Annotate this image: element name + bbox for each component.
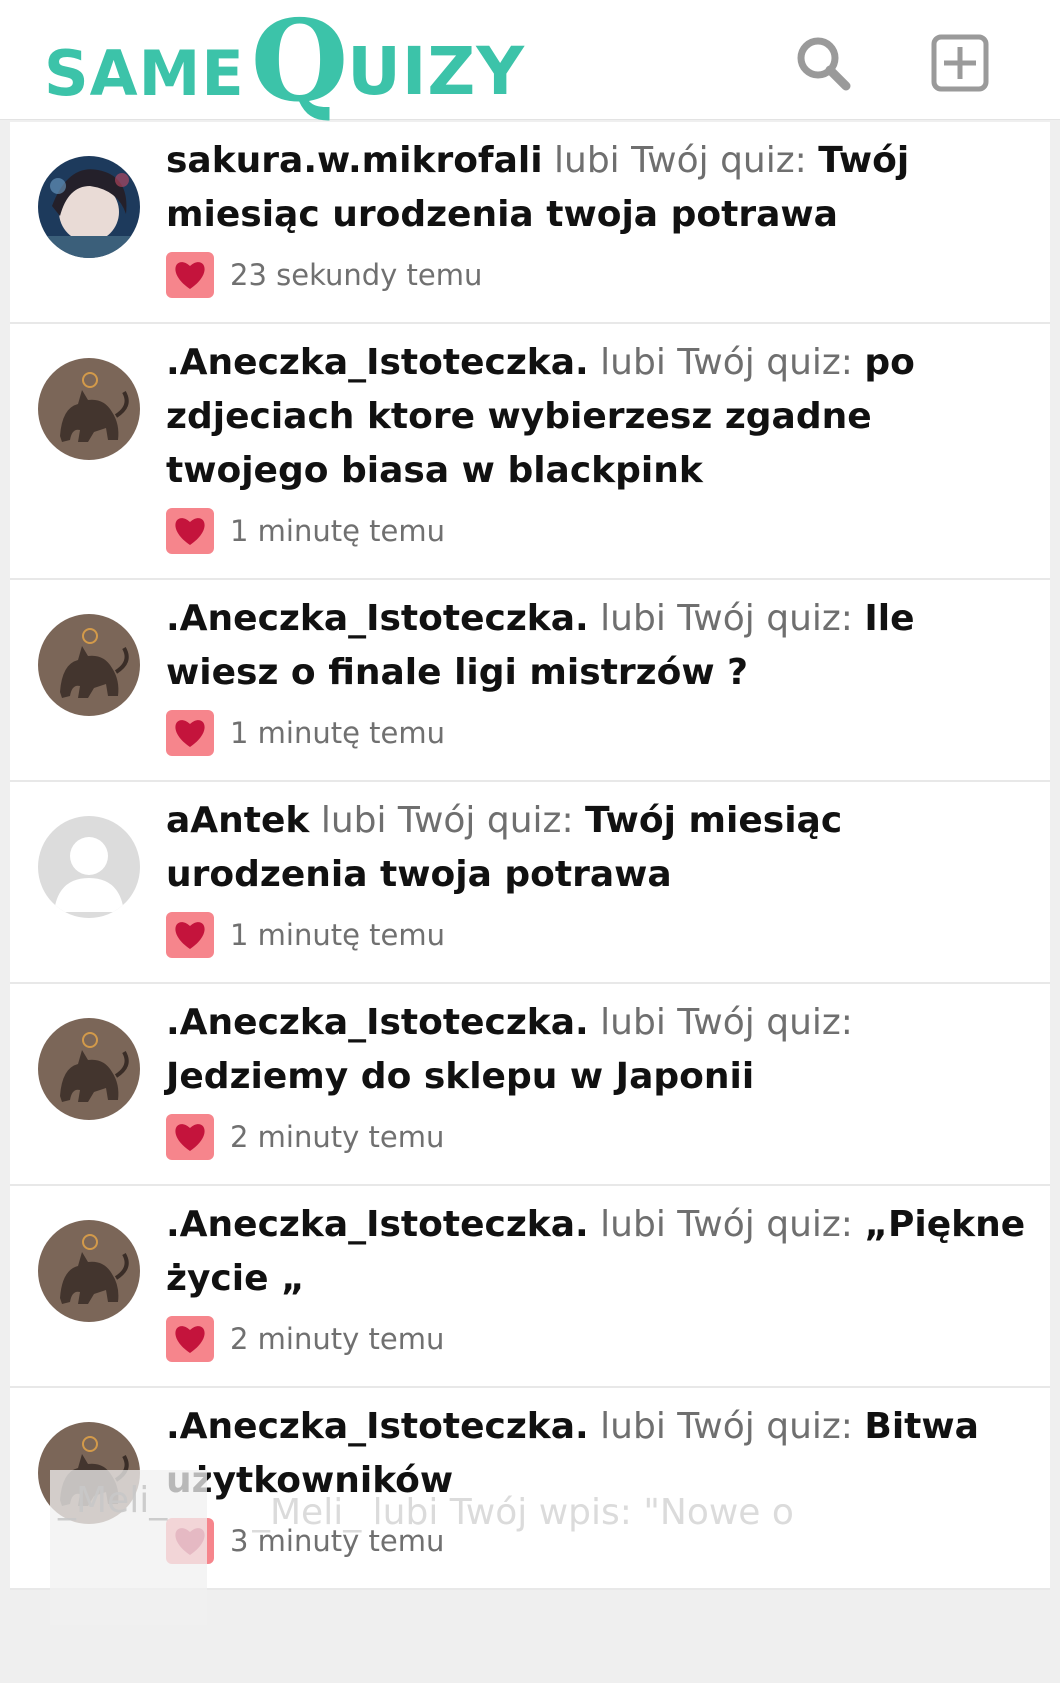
notification-text: sakura.w.mikrofali lubi Twój quiz: Twój …	[166, 134, 1030, 242]
avatar[interactable]	[38, 156, 140, 258]
heart-icon	[166, 1316, 214, 1362]
avatar[interactable]	[38, 1220, 140, 1322]
action-text: lubi Twój quiz:	[600, 598, 853, 639]
notification-meta: 2 minuty temu	[166, 1316, 1030, 1362]
notification-item[interactable]: sakura.w.mikrofali lubi Twój quiz: Twój …	[10, 122, 1050, 324]
avatar[interactable]	[38, 614, 140, 716]
timestamp: 2 minuty temu	[230, 1120, 445, 1154]
heart-icon	[166, 912, 214, 958]
timestamp: 1 minutę temu	[230, 918, 446, 952]
action-text: lubi Twój quiz:	[600, 342, 853, 383]
username-link[interactable]: .Aneczka_Istoteczka.	[166, 1406, 589, 1447]
notification-meta: 2 minuty temu	[166, 1114, 1030, 1160]
ghost-notification-text: _Meli_ lubi Twój wpis: "Nowe o	[252, 1492, 794, 1533]
notification-meta: 1 minutę temu	[166, 710, 1030, 756]
username-link[interactable]: .Aneczka_Istoteczka.	[166, 598, 589, 639]
notification-text: .Aneczka_Istoteczka. lubi Twój quiz: Ile…	[166, 592, 1030, 700]
notification-item[interactable]: .Aneczka_Istoteczka. lubi Twój quiz: po …	[10, 324, 1050, 580]
notification-text: aAntek lubi Twój quiz: Twój miesiąc urod…	[166, 794, 1030, 902]
notifications-feed: sakura.w.mikrofali lubi Twój quiz: Twój …	[10, 122, 1050, 1590]
search-icon[interactable]	[790, 30, 856, 96]
username-link[interactable]: aAntek	[166, 800, 309, 841]
notification-text: .Aneczka_Istoteczka. lubi Twój quiz: po …	[166, 336, 1030, 498]
avatar[interactable]	[38, 358, 140, 460]
username-link[interactable]: sakura.w.mikrofali	[166, 140, 543, 181]
action-text: lubi Twój quiz:	[600, 1406, 853, 1447]
avatar[interactable]	[38, 816, 140, 918]
username-link[interactable]: .Aneczka_Istoteczka.	[166, 342, 589, 383]
username-link[interactable]: .Aneczka_Istoteczka.	[166, 1204, 589, 1245]
heart-icon	[166, 508, 214, 554]
notification-text: .Aneczka_Istoteczka. lubi Twój quiz: Jed…	[166, 996, 1030, 1104]
heart-icon	[166, 252, 214, 298]
notification-text: .Aneczka_Istoteczka. lubi Twój quiz: „Pi…	[166, 1198, 1030, 1306]
action-text: lubi Twój quiz:	[600, 1204, 853, 1245]
logo-text-uizy: UIZY	[347, 33, 526, 110]
action-text: lubi Twój quiz:	[554, 140, 807, 181]
heart-icon	[166, 1114, 214, 1160]
notification-meta: 1 minutę temu	[166, 508, 1030, 554]
logo-text-same: SAME	[44, 37, 245, 110]
action-text: lubi Twój quiz:	[600, 1002, 853, 1043]
quiz-title-link[interactable]: Jedziemy do sklepu w Japonii	[166, 1056, 754, 1097]
logo[interactable]: SAME Q UIZY	[44, 0, 526, 128]
logo-text-q: Q	[250, 0, 350, 128]
plus-square-icon[interactable]	[927, 30, 993, 96]
top-bar: SAME Q UIZY	[0, 0, 1060, 120]
timestamp: 23 sekundy temu	[230, 258, 483, 292]
ghost-avatar-overlay: _Meli_	[50, 1470, 207, 1625]
timestamp: 2 minuty temu	[230, 1322, 445, 1356]
avatar[interactable]	[38, 1018, 140, 1120]
notification-item[interactable]: .Aneczka_Istoteczka. lubi Twój quiz: Jed…	[10, 984, 1050, 1186]
notification-meta: 1 minutę temu	[166, 912, 1030, 958]
timestamp: 1 minutę temu	[230, 716, 446, 750]
timestamp: 1 minutę temu	[230, 514, 446, 548]
notification-meta: 23 sekundy temu	[166, 252, 1030, 298]
username-link[interactable]: .Aneczka_Istoteczka.	[166, 1002, 589, 1043]
notification-item[interactable]: .Aneczka_Istoteczka. lubi Twój quiz: „Pi…	[10, 1186, 1050, 1388]
notification-item[interactable]: .Aneczka_Istoteczka. lubi Twój quiz: Ile…	[10, 580, 1050, 782]
action-text: lubi Twój quiz:	[320, 800, 574, 841]
heart-icon	[166, 710, 214, 756]
notification-item[interactable]: aAntek lubi Twój quiz: Twój miesiąc urod…	[10, 782, 1050, 984]
